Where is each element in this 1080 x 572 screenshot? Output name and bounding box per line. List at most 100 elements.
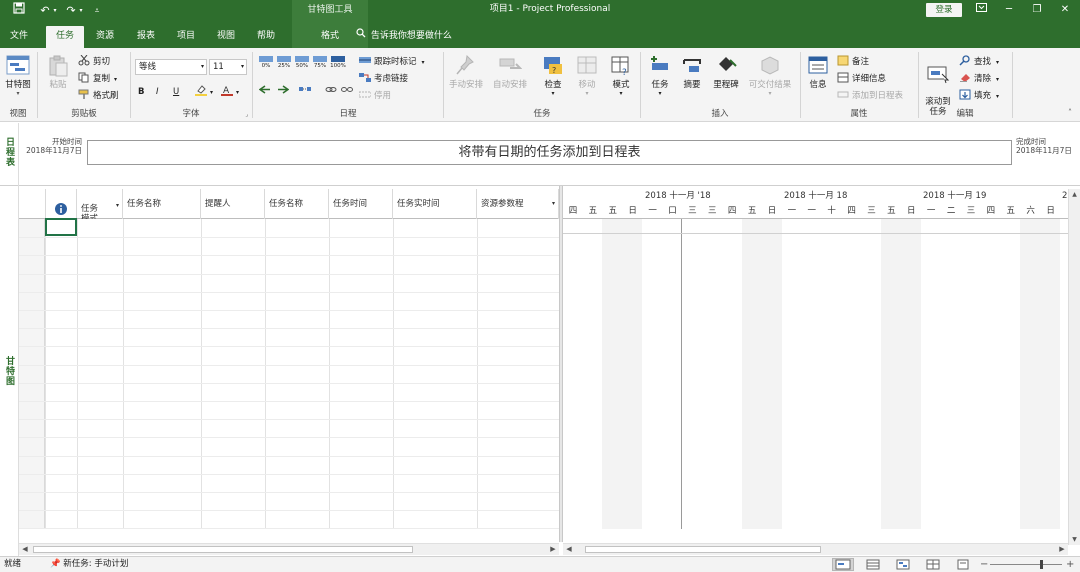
vertical-scrollbar[interactable]: ▲ ▼: [1068, 189, 1080, 545]
clear-button[interactable]: 清除 ▾: [959, 72, 999, 87]
inspect-button[interactable]: ? 检查 ▾: [538, 54, 568, 97]
column-task-mode[interactable]: 任务 模式 ▾: [77, 189, 123, 219]
italic-button[interactable]: I: [156, 85, 159, 100]
copy-button[interactable]: 复制 ▾: [78, 72, 117, 87]
scroll-left-icon[interactable]: ◀: [563, 544, 575, 555]
pct-75-button[interactable]: 75%: [311, 56, 329, 71]
sheet-horizontal-scrollbar[interactable]: ◀ ▶: [19, 543, 559, 555]
tell-me-box[interactable]: 告诉我你想要做什么: [356, 26, 452, 46]
deliverable-button[interactable]: 可交付结果 ▾: [743, 54, 797, 97]
tab-file[interactable]: 文件: [6, 26, 32, 48]
scroll-up-icon[interactable]: ▲: [1069, 189, 1080, 200]
tab-task[interactable]: 任务: [46, 26, 84, 48]
active-cell[interactable]: [45, 218, 77, 236]
tab-project[interactable]: 项目: [173, 26, 199, 48]
font-dialog-launcher-icon[interactable]: ⌟: [245, 111, 248, 118]
information-button[interactable]: 信息: [803, 54, 833, 90]
find-button[interactable]: 查找 ▾: [959, 55, 999, 70]
view-splitter[interactable]: [559, 186, 563, 542]
timescale-day: 二: [946, 206, 956, 216]
font-color-button[interactable]: A ▾: [221, 85, 239, 100]
move-button[interactable]: 移动 ▾: [572, 54, 602, 97]
gantt-view-button[interactable]: [832, 558, 854, 571]
column-resource[interactable]: 资源参数程 ▾: [477, 189, 559, 219]
summary-button[interactable]: 摘要: [677, 54, 707, 90]
new-tasks-mode[interactable]: 📌 新任务: 手动计划: [50, 557, 128, 572]
undo-dropdown-icon[interactable]: ▾: [50, 2, 60, 20]
tab-view[interactable]: 视图: [213, 26, 239, 48]
add-to-timeline-button[interactable]: 添加到日程表: [837, 89, 903, 104]
unlink-tasks-button[interactable]: [341, 84, 356, 99]
tab-resource[interactable]: 资源: [92, 26, 118, 48]
format-painter-button[interactable]: 格式刷: [78, 89, 119, 104]
outdent-button[interactable]: [258, 84, 274, 99]
login-button[interactable]: 登录: [926, 3, 962, 17]
auto-schedule-button[interactable]: 自动安排: [488, 54, 532, 90]
zoom-in-icon[interactable]: +: [1066, 557, 1074, 572]
manually-schedule-button[interactable]: 手动安排: [444, 54, 488, 90]
select-all-corner[interactable]: [19, 189, 46, 219]
scroll-right-icon[interactable]: ▶: [1056, 544, 1068, 555]
scroll-left-icon[interactable]: ◀: [19, 544, 31, 555]
bold-button[interactable]: B: [138, 85, 144, 100]
chevron-down-icon: ▾: [996, 59, 1000, 66]
pct-25-button[interactable]: 25%: [275, 56, 293, 71]
team-planner-view-button[interactable]: [892, 558, 914, 571]
cut-button[interactable]: 剪切: [78, 54, 110, 70]
close-icon[interactable]: ✕: [1052, 1, 1078, 19]
milestone-button[interactable]: 里程碑: [709, 54, 743, 90]
notes-button[interactable]: 备注: [837, 55, 869, 70]
task-usage-view-button[interactable]: [862, 558, 884, 571]
paste-button[interactable]: 粘贴: [42, 54, 74, 90]
scroll-right-icon[interactable]: ▶: [547, 544, 559, 555]
gantt-chart-button[interactable]: 甘特图 ▾: [2, 54, 34, 97]
underline-button[interactable]: U: [173, 85, 179, 100]
font-size-select[interactable]: 11 ▾: [209, 59, 247, 75]
redo-dropdown-icon[interactable]: ▾: [76, 2, 86, 20]
minimize-icon[interactable]: ─: [996, 1, 1022, 19]
chevron-down-icon: ▾: [996, 93, 1000, 100]
pct-50-button[interactable]: 50%: [293, 56, 311, 71]
column-reminder[interactable]: 提醒人: [201, 189, 265, 219]
chevron-down-icon: ▾: [996, 76, 1000, 83]
scroll-thumb[interactable]: [33, 546, 413, 553]
respect-links-button[interactable]: 考虑链接: [359, 72, 408, 87]
insert-task-button[interactable]: 任务 ▾: [643, 54, 677, 97]
pct-0-button[interactable]: 0%: [257, 56, 275, 71]
mode-button[interactable]: ? 模式 ▾: [606, 54, 636, 97]
timeline-bar[interactable]: 将带有日期的任务添加到日程表: [87, 140, 1012, 165]
column-task-name-2[interactable]: 任务名称: [265, 189, 329, 219]
font-name-select[interactable]: 等线 ▾: [135, 59, 207, 75]
column-task-name[interactable]: 任务名称: [123, 189, 201, 219]
column-indicators[interactable]: [46, 189, 77, 219]
timescale-day: 三: [708, 206, 717, 216]
pct-100-button[interactable]: 100%: [329, 56, 347, 71]
mark-on-track-button[interactable]: 跟踪时标记 ▾: [359, 55, 425, 70]
grid-row-line: [19, 473, 559, 475]
save-icon[interactable]: [10, 2, 28, 20]
scroll-thumb[interactable]: [585, 546, 821, 553]
inactivate-button[interactable]: 停用: [358, 89, 391, 104]
split-task-button[interactable]: [299, 84, 314, 99]
customize-qat-icon[interactable]: ⩡: [90, 2, 104, 20]
scroll-down-icon[interactable]: ▼: [1069, 534, 1080, 545]
tab-report[interactable]: 报表: [133, 26, 159, 48]
ribbon-display-options-icon[interactable]: [968, 1, 994, 19]
indent-button[interactable]: [277, 84, 292, 99]
zoom-slider-thumb[interactable]: [1040, 560, 1043, 569]
column-task-actual-time[interactable]: 任务实时间: [393, 189, 477, 219]
details-button[interactable]: 详细信息: [837, 72, 886, 87]
highlight-color-button[interactable]: ▾: [195, 85, 213, 100]
zoom-slider-track[interactable]: [990, 564, 1062, 565]
report-view-button[interactable]: [952, 558, 974, 571]
link-tasks-button[interactable]: [325, 84, 340, 99]
collapse-ribbon-icon[interactable]: ˄: [1068, 108, 1072, 117]
fill-button[interactable]: 填充 ▾: [959, 89, 999, 104]
resource-sheet-view-button[interactable]: [922, 558, 944, 571]
zoom-out-icon[interactable]: −: [980, 557, 988, 572]
paste-label: 粘贴: [49, 80, 67, 90]
chart-horizontal-scrollbar[interactable]: ◀ ▶: [563, 543, 1068, 555]
tab-help[interactable]: 帮助: [253, 26, 279, 48]
restore-icon[interactable]: ❐: [1024, 1, 1050, 19]
column-task-time[interactable]: 任务时间: [329, 189, 393, 219]
